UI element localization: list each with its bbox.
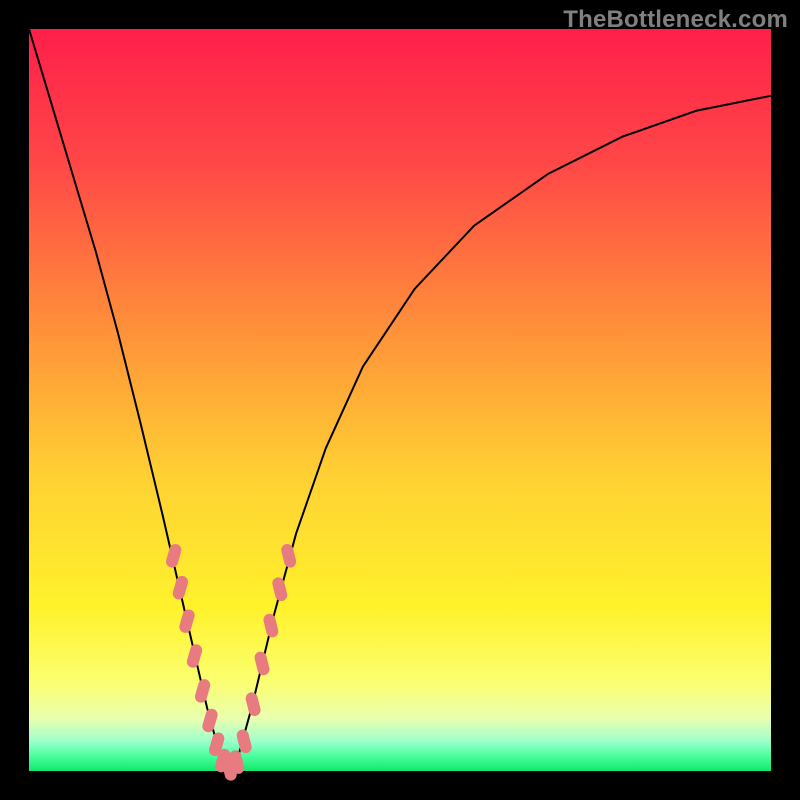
bead-marker: [165, 543, 183, 569]
bead-marker: [271, 576, 288, 602]
bead-marker: [201, 707, 219, 733]
chart-svg: [29, 29, 771, 771]
bead-marker: [244, 691, 261, 717]
bead-marker: [280, 543, 297, 569]
bottleneck-curve: [29, 29, 771, 771]
bead-marker: [262, 613, 279, 639]
bead-marker: [171, 575, 189, 601]
bead-marker: [194, 678, 212, 704]
bead-marker: [185, 643, 203, 669]
bead-marker: [235, 728, 252, 754]
outer-frame: TheBottleneck.com: [0, 0, 800, 800]
bead-marker: [178, 608, 196, 634]
bead-marker: [253, 650, 270, 676]
bead-cluster: [165, 543, 298, 782]
watermark-text: TheBottleneck.com: [563, 6, 788, 34]
